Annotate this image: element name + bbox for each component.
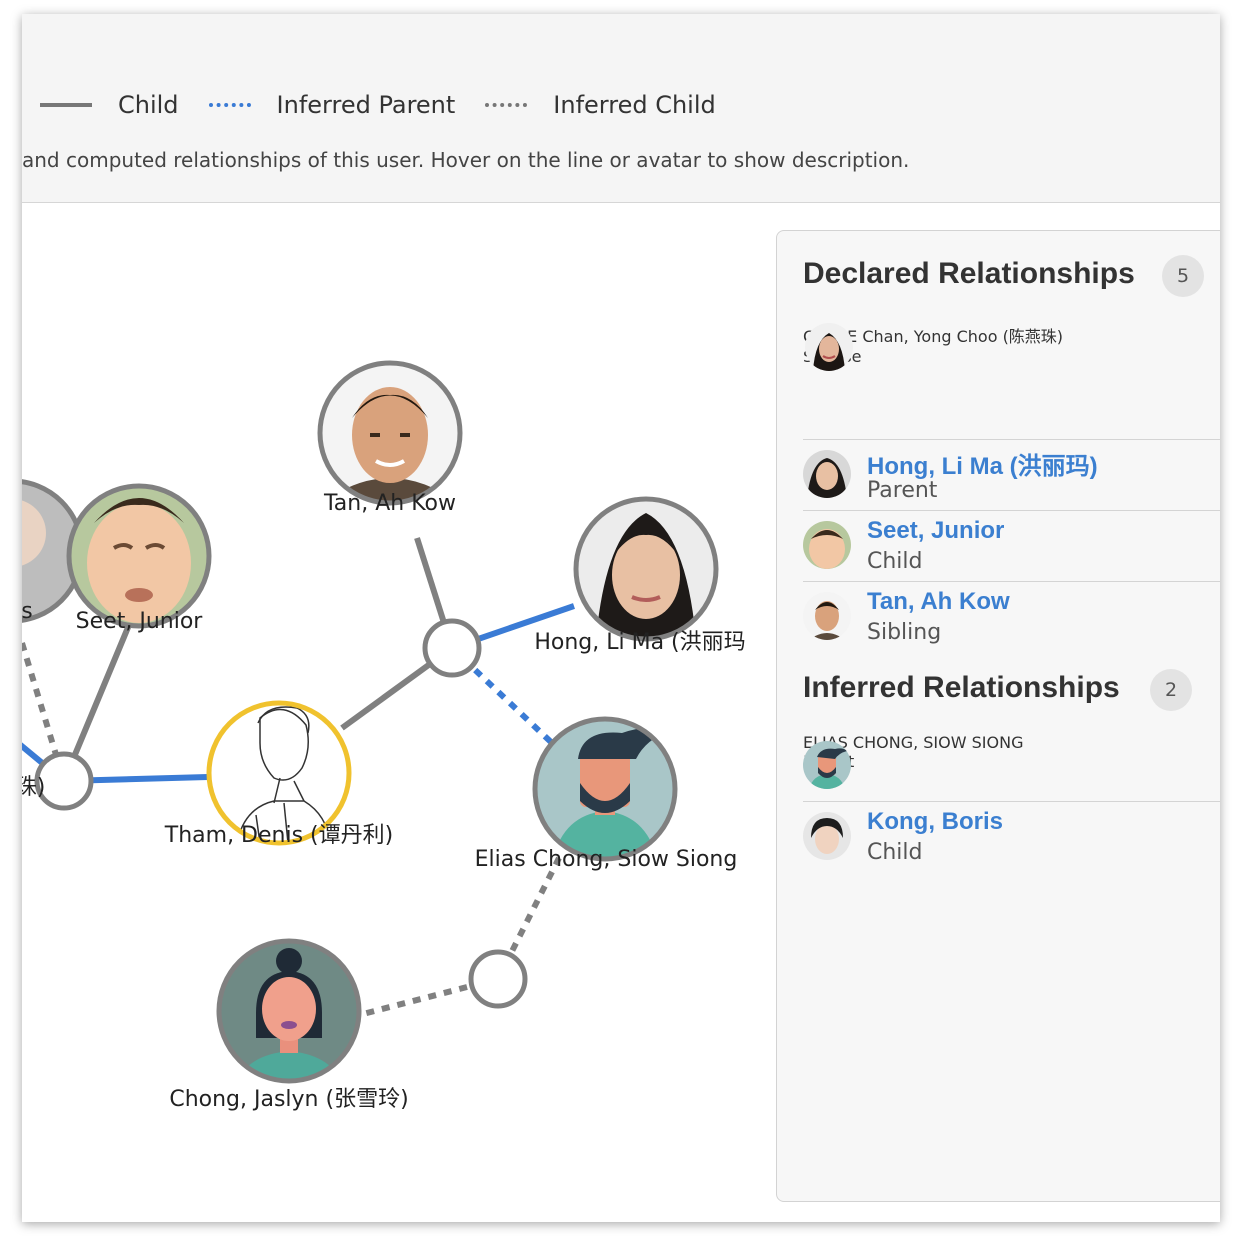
node-label-spouse-partial: 珠): [22, 775, 46, 800]
relationship-type: Spouse: [803, 347, 1220, 366]
node-label-left: s: [22, 599, 33, 624]
legend-label: Inferred Parent: [276, 91, 456, 119]
declared-item[interactable]: Seet, Junior Child: [803, 510, 1220, 581]
solid-line-swatch: [40, 103, 92, 107]
node-label-chong-jaslyn: Chong, Jaslyn (张雪玲): [169, 1087, 409, 1112]
relationship-name-link[interactable]: Tan, Ah Kow: [867, 588, 1010, 616]
avatar-seet-junior[interactable]: [66, 483, 212, 629]
legend: Child Inferred Parent Inferred Child: [22, 88, 746, 122]
node-label-elias-chong: Elias Chong, Siow Siong: [474, 847, 738, 872]
relationship-name-link[interactable]: ELIAS CHONG, SIOW SIONG: [803, 733, 1220, 752]
inferred-title: Inferred Relationships: [803, 671, 1120, 704]
inferred-item[interactable]: Kong, Boris Child: [803, 801, 1220, 872]
dotted-blue-swatch: [208, 103, 251, 107]
junction-node[interactable]: [422, 618, 482, 678]
graph-canvas[interactable]: [22, 203, 762, 1222]
avatar-tan-ah-kow[interactable]: [317, 360, 463, 506]
inferred-count-badge: 2: [1150, 669, 1192, 711]
avatar-elias-chong[interactable]: [532, 716, 678, 863]
relationship-graph[interactable]: s Seet, Junior Tan, Ah Kow Hong, Li Ma (…: [22, 203, 762, 1222]
graph-description: and computed relationships of this user.…: [22, 148, 910, 172]
dotted-grey-swatch: [485, 103, 528, 107]
header: Child Inferred Parent Inferred Child and…: [22, 14, 1220, 203]
legend-inferred-parent: Inferred Parent: [208, 91, 456, 119]
avatar: [803, 521, 851, 569]
node-label-hong-li-ma: Hong, Li Ma (洪丽玛: [534, 630, 746, 655]
avatar-chong-jaslyn[interactable]: [216, 938, 362, 1084]
node-label-tan-ah-kow: Tan, Ah Kow: [324, 491, 456, 516]
declared-title: Declared Relationships: [803, 257, 1135, 290]
avatar: [805, 323, 853, 371]
relationship-type: Child: [867, 840, 923, 865]
relationship-name-link[interactable]: Kong, Boris: [867, 808, 1003, 836]
declared-count-badge: 5: [1162, 255, 1204, 297]
legend-inferred-child: Inferred Child: [485, 91, 716, 119]
relationships-panel: Declared Relationships 5 CHLOE Chan, Yon…: [776, 230, 1220, 1202]
relationship-name-link[interactable]: CHLOE Chan, Yong Choo (陈燕珠): [803, 323, 1220, 347]
relationship-type: Child: [867, 549, 923, 574]
inferred-item[interactable]: ELIAS CHONG, SIOW SIONG Parent: [803, 733, 1220, 801]
declared-item[interactable]: Tan, Ah Kow Sibling: [803, 581, 1220, 652]
legend-label: Inferred Child: [553, 91, 716, 119]
avatar: [803, 812, 851, 860]
node-label-tham-denis: Tham, Denis (谭丹利): [164, 823, 394, 848]
legend-label: Child: [118, 91, 179, 119]
relationship-type: Sibling: [867, 620, 942, 645]
avatar: [803, 592, 851, 640]
declared-item[interactable]: Hong, Li Ma (洪丽玛) Parent: [803, 439, 1220, 510]
relationship-type: Parent: [867, 478, 938, 503]
avatar: [803, 450, 851, 498]
relationship-name-link[interactable]: Seet, Junior: [867, 517, 1004, 545]
declared-item[interactable]: CHLOE Chan, Yong Choo (陈燕珠) Spouse: [803, 323, 1220, 435]
node-label-seet-junior: Seet, Junior: [75, 609, 203, 634]
legend-child: Child: [22, 91, 179, 119]
relationship-type: Parent: [803, 752, 1220, 771]
avatar-hong-li-ma[interactable]: [573, 496, 719, 642]
junction-node[interactable]: [468, 949, 528, 1009]
avatar: [803, 741, 851, 789]
relationship-name-link[interactable]: Hong, Li Ma (洪丽玛): [867, 446, 1098, 481]
relationship-window: Child Inferred Parent Inferred Child and…: [22, 14, 1220, 1222]
